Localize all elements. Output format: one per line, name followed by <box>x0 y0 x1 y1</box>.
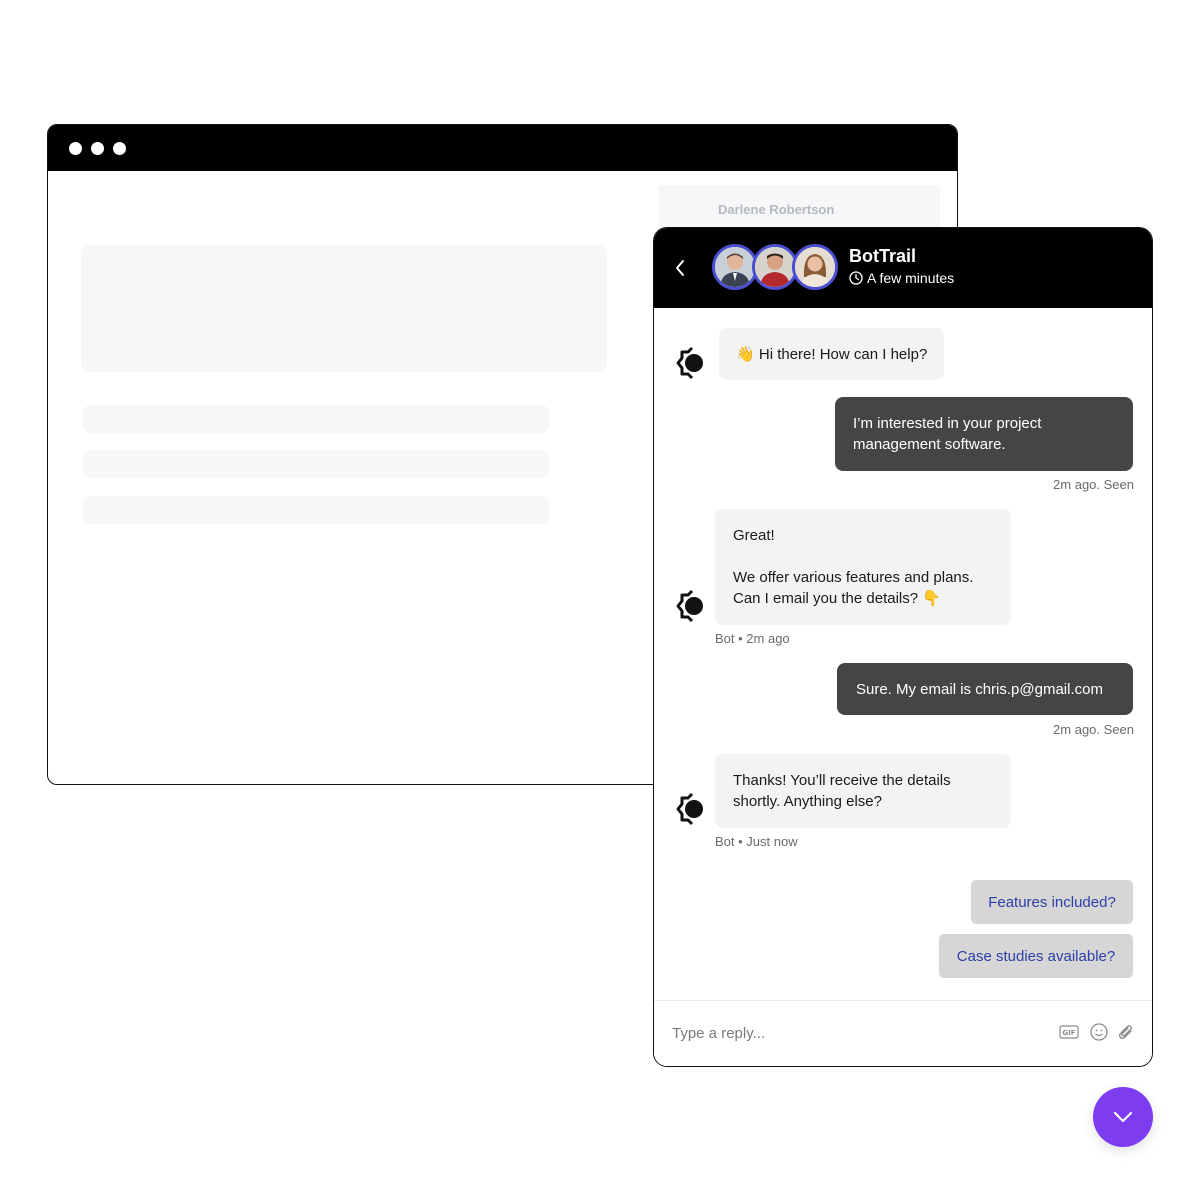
window-dot-2 <box>91 141 104 155</box>
chat-widget: BotTrail A few minutes 👋 Hi there! How c… <box>653 227 1153 1067</box>
wave-emoji: 👋 <box>736 346 755 363</box>
gif-icon: GIF <box>1059 1025 1079 1039</box>
bot-gear-icon <box>676 792 703 826</box>
message-status: 2m ago. Seen <box>1053 477 1134 492</box>
bot-message: Great! We offer various features and pla… <box>715 509 1011 625</box>
user-message: Sure. My email is chris.p@gmail.com <box>837 663 1133 715</box>
contact-name: Darlene Robertson <box>718 202 835 217</box>
point-down-emoji: 👇 <box>922 590 941 607</box>
chat-launcher-button[interactable] <box>1093 1087 1153 1147</box>
chevron-left-icon <box>676 260 684 276</box>
reply-input[interactable] <box>672 1021 1052 1045</box>
message-text: Hi there! How can I help? <box>758 346 928 363</box>
bot-message: Thanks! You’ll receive the details short… <box>715 754 1011 828</box>
chevron-down-icon <box>1113 1111 1133 1123</box>
message-meta: Bot • Just now <box>715 834 798 849</box>
clock-icon <box>849 271 863 285</box>
window-dot-3 <box>113 141 126 155</box>
placeholder-line <box>83 405 549 433</box>
response-time-label: A few minutes <box>867 270 955 286</box>
bot-message: 👋 Hi there! How can I help? <box>719 328 945 380</box>
paperclip-icon <box>1118 1025 1132 1040</box>
quick-reply-case-studies[interactable]: Case studies available? <box>939 934 1133 978</box>
chat-header: BotTrail A few minutes <box>654 228 1152 308</box>
message-meta: Bot • 2m ago <box>715 631 790 646</box>
message-text: Great! <box>733 527 775 544</box>
placeholder-block <box>81 245 607 372</box>
bot-gear-icon <box>676 589 703 623</box>
reply-composer: GIF <box>654 1000 1152 1066</box>
chat-title: BotTrail <box>849 246 917 266</box>
message-text: We offer various features and plans. <box>733 569 974 586</box>
bot-gear-icon <box>676 346 703 380</box>
quick-reply-features[interactable]: Features included? <box>971 880 1133 924</box>
message-list: 👋 Hi there! How can I help? I’m interest… <box>654 308 1152 1001</box>
back-button[interactable] <box>670 256 690 280</box>
message-text: Can I email you the details? <box>733 590 919 607</box>
agent-avatars <box>712 244 838 290</box>
window-dot-1 <box>69 141 82 155</box>
browser-title-bar <box>48 125 957 171</box>
user-message: I’m interested in your project managemen… <box>835 397 1133 471</box>
emoji-button[interactable] <box>1089 1022 1109 1042</box>
message-status: 2m ago. Seen <box>1053 722 1134 737</box>
svg-text:GIF: GIF <box>1062 1029 1075 1037</box>
gif-button[interactable]: GIF <box>1059 1022 1079 1042</box>
attach-button[interactable] <box>1116 1022 1136 1042</box>
placeholder-line <box>83 450 549 478</box>
response-time: A few minutes <box>849 270 954 286</box>
emoji-icon <box>1090 1023 1108 1041</box>
placeholder-line <box>83 496 549 524</box>
avatar <box>792 244 838 290</box>
